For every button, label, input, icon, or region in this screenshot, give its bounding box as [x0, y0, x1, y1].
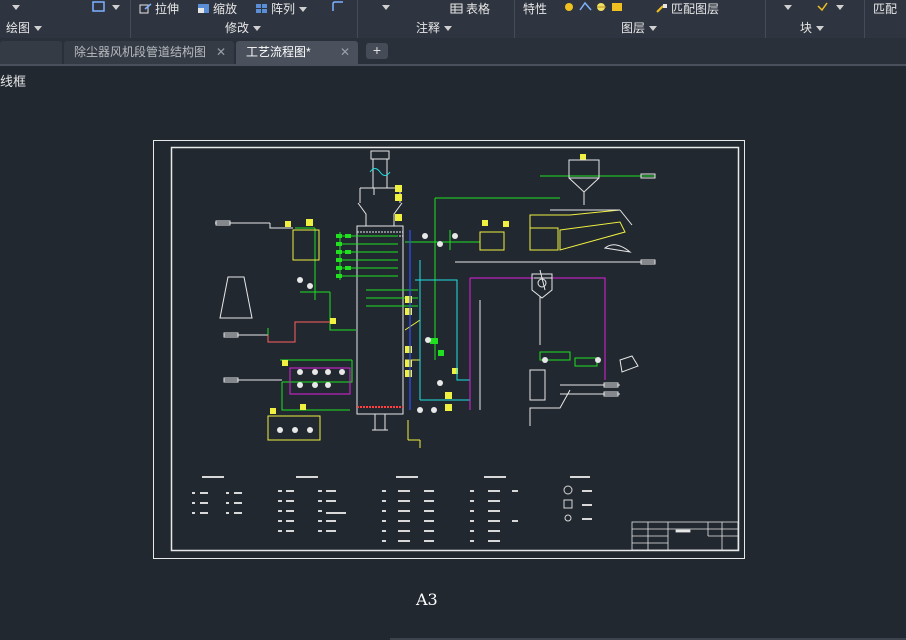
chevron-down-icon — [34, 26, 43, 31]
layer-freeze-icon[interactable] — [579, 1, 592, 12]
ribbon-group-draw: 绘图 — [0, 0, 131, 38]
chevron-down-icon — [816, 26, 825, 31]
spray-lines — [280, 175, 655, 411]
match-layer-icon — [656, 4, 667, 13]
table-icon — [450, 3, 463, 14]
chevron-down-icon[interactable] — [784, 5, 792, 10]
yellow-equipment — [267, 209, 626, 448]
match-label: 匹配 — [873, 2, 898, 16]
layer-on-icon[interactable] — [563, 1, 576, 12]
scale-label: 缩放 — [213, 2, 238, 16]
array-icon — [256, 4, 267, 13]
array-button[interactable]: 阵列 — [255, 0, 308, 16]
ribbon-group-layers: 特性 匹配图层 图层 — [515, 0, 766, 38]
group-title-annotation[interactable]: 注释 — [416, 19, 453, 35]
table-button[interactable]: 表格 — [450, 0, 490, 16]
scale-icon — [198, 4, 209, 13]
group-title-layers[interactable]: 图层 — [621, 19, 658, 35]
group-title-block[interactable]: 块 — [800, 19, 825, 35]
close-icon[interactable]: ✕ — [216, 41, 226, 64]
chimney — [219, 276, 253, 319]
stretch-button[interactable]: 拉伸 — [139, 0, 179, 16]
chevron-down-icon[interactable] — [12, 5, 20, 10]
array-label: 阵列 — [271, 2, 296, 16]
group-title-label: 注释 — [416, 21, 441, 35]
match-layer-label: 匹配图层 — [671, 2, 720, 16]
viewport-label-text: 线框 — [0, 74, 27, 89]
tab-process-flow[interactable]: 工艺流程图* ✕ — [236, 41, 358, 64]
title-block — [631, 521, 739, 551]
close-icon[interactable]: ✕ — [340, 41, 350, 64]
process-lines — [289, 230, 655, 426]
ribbon: 绘图 拉伸 缩放 阵列 修改 表格 注释 特性 匹配图层 图层 块 匹配 — [0, 0, 906, 39]
group-title-label: 块 — [800, 21, 813, 35]
chevron-down-icon — [299, 7, 308, 12]
layer-lock-icon[interactable] — [595, 1, 608, 12]
chevron-down-icon — [649, 26, 658, 31]
tab-label: 除尘器风机段管道结构图 — [74, 45, 207, 59]
stretch-icon — [139, 3, 152, 14]
legend-tables — [192, 476, 592, 542]
block-insert-icon[interactable] — [816, 1, 829, 12]
sheet-outer-border — [153, 140, 745, 559]
layer-color-icon[interactable] — [611, 1, 624, 12]
ribbon-group-modify: 拉伸 缩放 阵列 修改 — [131, 0, 358, 38]
group-title-label: 绘图 — [6, 21, 31, 35]
inlet-lines — [215, 222, 330, 381]
group-title-modify[interactable]: 修改 — [225, 19, 262, 35]
ribbon-group-match: 匹配 — [865, 0, 906, 38]
group-title-label: 图层 — [621, 21, 646, 35]
drawing-canvas[interactable] — [0, 66, 906, 640]
sheet-size-label: A3 — [416, 590, 438, 609]
chevron-down-icon — [444, 26, 453, 31]
rectangle-icon[interactable] — [92, 1, 105, 12]
match-button[interactable]: 匹配 — [873, 0, 897, 16]
offset-icon[interactable] — [331, 1, 344, 12]
ribbon-group-block: 块 — [766, 0, 865, 38]
viewport-visual-style-label[interactable]: 线框 — [0, 71, 26, 90]
ribbon-group-annotation: 表格 注释 — [358, 0, 515, 38]
group-title-label: 修改 — [225, 21, 250, 35]
table-label: 表格 — [466, 2, 491, 16]
sheet-inner-border — [170, 146, 740, 552]
properties-label: 特性 — [523, 2, 548, 16]
tab-label: 工艺流程图* — [246, 45, 311, 59]
valve-symbols — [336, 234, 598, 367]
pumps — [277, 233, 601, 433]
hopper — [550, 159, 633, 253]
file-tab-bar: 除尘器风机段管道结构图 ✕ 工艺流程图* ✕ — [0, 38, 906, 66]
legend-symbols — [563, 485, 573, 522]
chevron-down-icon[interactable] — [112, 5, 120, 10]
new-tab-button[interactable]: + — [366, 43, 388, 59]
chevron-down-icon[interactable] — [382, 5, 390, 10]
stretch-label: 拉伸 — [155, 2, 180, 16]
tab-start[interactable] — [0, 41, 62, 64]
match-layer-button[interactable]: 匹配图层 — [655, 0, 719, 16]
chevron-down-icon[interactable] — [836, 5, 844, 10]
scale-button[interactable]: 缩放 — [197, 0, 237, 16]
tab-dust-collector-drawing[interactable]: 除尘器风机段管道结构图 ✕ — [64, 41, 234, 64]
properties-button[interactable]: 特性 — [523, 0, 547, 16]
tank-right — [529, 273, 639, 401]
chevron-down-icon — [253, 26, 262, 31]
group-title-draw[interactable]: 绘图 — [6, 19, 43, 35]
